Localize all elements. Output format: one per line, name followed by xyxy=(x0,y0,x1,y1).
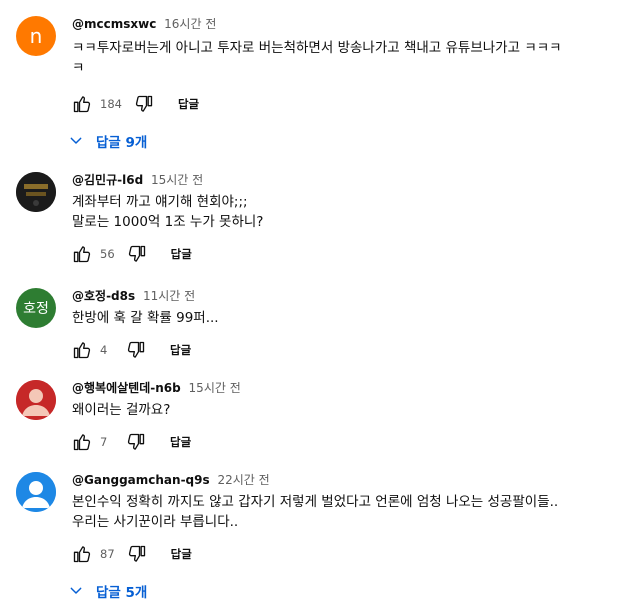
comment-time[interactable]: 15시간 전 xyxy=(189,381,241,395)
comment-author[interactable]: @행복에살텐데-n6b xyxy=(72,381,181,395)
like-button[interactable] xyxy=(66,538,98,570)
comment-body: @mccmsxwc 16시간 전 ㅋㅋ투자로버는게 아니고 투자로 버는척하면서… xyxy=(70,16,623,158)
comment-author[interactable]: @mccmsxwc xyxy=(72,17,156,31)
thumbs-up-icon xyxy=(73,246,91,263)
avatar[interactable]: n xyxy=(16,16,56,56)
comment: @Ganggamchan-q9s 22시간 전 본인수익 정확히 까지도 않고 … xyxy=(16,472,623,608)
comment-text: 한방에 훅 갈 확률 99퍼... xyxy=(72,310,219,326)
dislike-button[interactable] xyxy=(128,88,160,120)
avatar[interactable] xyxy=(16,172,56,212)
comment-toolbar: 184 답글 xyxy=(66,88,623,120)
comment-time[interactable]: 11시간 전 xyxy=(143,289,195,303)
default-avatar-icon xyxy=(16,380,56,420)
comment-thread: n @mccmsxwc 16시간 전 ㅋㅋ투자로버는게 아니고 투자로 버는척하… xyxy=(0,0,623,608)
thumbs-down-icon xyxy=(127,433,145,450)
comment-toolbar: 4 답글 xyxy=(66,334,623,366)
comment: @행복에살텐데-n6b 15시간 전 왜이러는 걸까요? 7 답글 xyxy=(16,380,623,458)
thumbs-up-icon xyxy=(73,96,91,113)
comment: 호정 @호정-d8s 11시간 전 한방에 훅 갈 확률 99퍼... 4 답글 xyxy=(16,288,623,366)
chevron-down-icon xyxy=(70,137,82,144)
reply-button[interactable]: 답글 xyxy=(170,434,191,450)
dislike-button[interactable] xyxy=(120,426,152,458)
thumbs-up-icon xyxy=(73,342,91,359)
like-button[interactable] xyxy=(66,88,98,120)
like-count: 7 xyxy=(100,435,108,449)
dislike-button[interactable] xyxy=(120,334,152,366)
comment-body: @Ganggamchan-q9s 22시간 전 본인수익 정확히 까지도 않고 … xyxy=(70,472,623,608)
like-button[interactable] xyxy=(66,426,98,458)
comment-toolbar: 87 답글 xyxy=(66,538,623,570)
comment-body: @호정-d8s 11시간 전 한방에 훅 갈 확률 99퍼... 4 답글 xyxy=(72,288,623,366)
thumbs-down-icon xyxy=(135,95,153,112)
thumbs-down-icon xyxy=(128,245,145,262)
comment-meta: @호정-d8s 11시간 전 xyxy=(72,288,623,306)
comment-text: 계좌부터 까고 얘기해 현회야;;; 말로는 1000억 1조 누가 못하니? xyxy=(72,194,264,230)
like-count: 184 xyxy=(100,97,122,111)
replies-count-label: 답글 5개 xyxy=(96,585,148,601)
comment-meta: @mccmsxwc 16시간 전 xyxy=(72,16,623,34)
comment: @김민규-l6d 15시간 전 계좌부터 까고 얘기해 현회야;;; 말로는 1… xyxy=(16,172,623,270)
reply-button[interactable]: 답글 xyxy=(171,246,192,262)
avatar-letter: n xyxy=(29,24,43,48)
thumbs-up-icon xyxy=(73,546,91,563)
comment-author[interactable]: @김민규-l6d xyxy=(72,173,143,187)
avatar[interactable]: 호정 xyxy=(16,288,56,328)
comment-time[interactable]: 16시간 전 xyxy=(164,17,216,31)
reply-button[interactable]: 답글 xyxy=(170,342,191,358)
comment-time[interactable]: 22시간 전 xyxy=(217,473,269,487)
default-avatar-icon xyxy=(16,472,56,512)
comment-toolbar: 7 답글 xyxy=(66,426,623,458)
comment-text: 왜이러는 걸까요? xyxy=(72,402,171,418)
comment-body: @행복에살텐데-n6b 15시간 전 왜이러는 걸까요? 7 답글 xyxy=(72,380,623,458)
reply-button[interactable]: 답글 xyxy=(178,96,199,112)
dislike-button[interactable] xyxy=(121,238,153,270)
thumbs-up-icon xyxy=(73,434,91,451)
comment-text: 본인수익 정확히 까지도 않고 갑자기 저렇게 벌었다고 언론에 엄청 나오는 … xyxy=(72,494,559,530)
like-count: 87 xyxy=(100,547,115,561)
dislike-button[interactable] xyxy=(121,538,153,570)
chevron-down-icon xyxy=(70,587,82,594)
view-replies-button[interactable]: 답글 9개 xyxy=(68,124,623,158)
comment: n @mccmsxwc 16시간 전 ㅋㅋ투자로버는게 아니고 투자로 버는척하… xyxy=(16,16,623,158)
comment-body: @김민규-l6d 15시간 전 계좌부터 까고 얘기해 현회야;;; 말로는 1… xyxy=(72,172,623,270)
like-count: 4 xyxy=(100,343,108,357)
like-button[interactable] xyxy=(66,238,98,270)
comment-toolbar: 56 답글 xyxy=(66,238,623,270)
comment-time[interactable]: 15시간 전 xyxy=(151,173,203,187)
thumbs-down-icon xyxy=(128,545,145,562)
replies-count-label: 답글 9개 xyxy=(96,135,148,151)
avatar-image xyxy=(16,172,56,212)
comment-meta: @행복에살텐데-n6b 15시간 전 xyxy=(72,380,623,398)
comment-text: ㅋㅋ투자로버는게 아니고 투자로 버는척하면서 방송나가고 책내고 유튜브나가고… xyxy=(72,40,562,76)
comment-author[interactable]: @Ganggamchan-q9s xyxy=(72,473,210,487)
comment-author[interactable]: @호정-d8s xyxy=(72,289,135,303)
thumbs-down-icon xyxy=(127,341,145,358)
like-button[interactable] xyxy=(66,334,98,366)
like-count: 56 xyxy=(100,247,115,261)
comment-meta: @김민규-l6d 15시간 전 xyxy=(72,172,623,190)
avatar[interactable] xyxy=(16,472,56,512)
avatar-letter: 호정 xyxy=(23,301,49,317)
reply-button[interactable]: 답글 xyxy=(171,546,192,562)
comment-meta: @Ganggamchan-q9s 22시간 전 xyxy=(72,472,623,490)
view-replies-button[interactable]: 답글 5개 xyxy=(68,574,623,608)
avatar[interactable] xyxy=(16,380,56,420)
